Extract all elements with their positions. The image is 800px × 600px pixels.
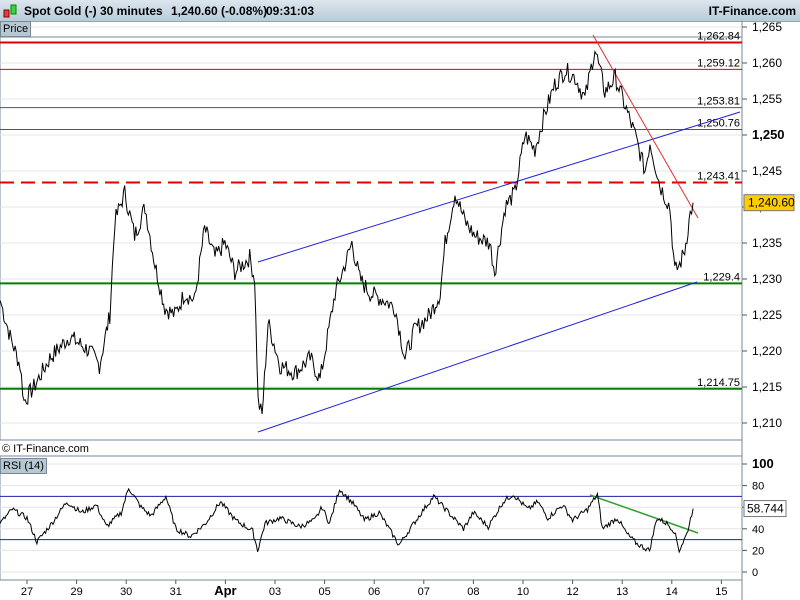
copyright: © IT-Finance.com bbox=[2, 443, 89, 455]
price-tick-label: 1,265 bbox=[752, 20, 782, 34]
x-tick-label: Apr bbox=[214, 583, 236, 598]
price-tick-label: 1,220 bbox=[752, 344, 782, 358]
price-tick-label: 1,230 bbox=[752, 272, 782, 286]
level-label: 1,253.81 bbox=[697, 96, 740, 108]
level-label: 1,214.75 bbox=[697, 377, 740, 389]
price-tick-label: 1,250 bbox=[752, 127, 785, 142]
x-tick-label: 27 bbox=[21, 586, 33, 598]
rsi-current-label: 58.744 bbox=[747, 502, 784, 516]
price-tick-label: 1,255 bbox=[752, 92, 782, 106]
x-tick-label: 10 bbox=[517, 586, 529, 598]
level-label: 1,259.12 bbox=[697, 57, 740, 69]
x-tick-label: 31 bbox=[170, 586, 182, 598]
price-tick-label: 1,260 bbox=[752, 56, 782, 70]
x-tick-label: 14 bbox=[666, 586, 678, 598]
x-tick-label: 29 bbox=[70, 586, 82, 598]
x-tick-label: 05 bbox=[318, 586, 330, 598]
level-label: 1,243.41 bbox=[697, 170, 740, 182]
x-tick-label: 06 bbox=[368, 586, 380, 598]
rsi-tick-label: 100 bbox=[752, 456, 774, 471]
lower-channel-line bbox=[257, 281, 698, 433]
price-series bbox=[0, 50, 694, 415]
rsi-tick-label: 40 bbox=[752, 524, 764, 536]
price-tick-label: 1,215 bbox=[752, 380, 782, 394]
x-tick-label: 07 bbox=[418, 586, 430, 598]
price-panel-frame bbox=[0, 36, 743, 441]
price-tick-label: 1,210 bbox=[752, 416, 782, 430]
downtrend-line bbox=[592, 34, 699, 219]
rsi-tick-label: 20 bbox=[752, 545, 764, 557]
price-panel-label: Price bbox=[0, 21, 32, 37]
chart-canvas: 1,2651,2601,2551,2501,2451,2401,2351,230… bbox=[0, 20, 795, 600]
rsi-panel-label: RSI (14) bbox=[0, 458, 47, 474]
x-tick-label: 08 bbox=[467, 586, 479, 598]
level-label: 1,262.84 bbox=[697, 31, 740, 43]
current-price-label: 1,240.60 bbox=[748, 196, 795, 210]
price-tick-label: 1,245 bbox=[752, 164, 782, 178]
x-tick-label: 30 bbox=[120, 586, 132, 598]
x-tick-label: 15 bbox=[715, 586, 727, 598]
rsi-trend-line bbox=[589, 494, 699, 534]
rsi-series bbox=[0, 487, 694, 554]
x-tick-label: 03 bbox=[269, 586, 281, 598]
rsi-tick-label: 0 bbox=[752, 567, 758, 579]
level-label: 1,229.4 bbox=[703, 271, 740, 283]
x-tick-label: 13 bbox=[616, 586, 628, 598]
price-tick-label: 1,225 bbox=[752, 308, 782, 322]
x-tick-label: 12 bbox=[566, 586, 578, 598]
price-tick-label: 1,235 bbox=[752, 236, 782, 250]
rsi-tick-label: 80 bbox=[752, 481, 764, 493]
